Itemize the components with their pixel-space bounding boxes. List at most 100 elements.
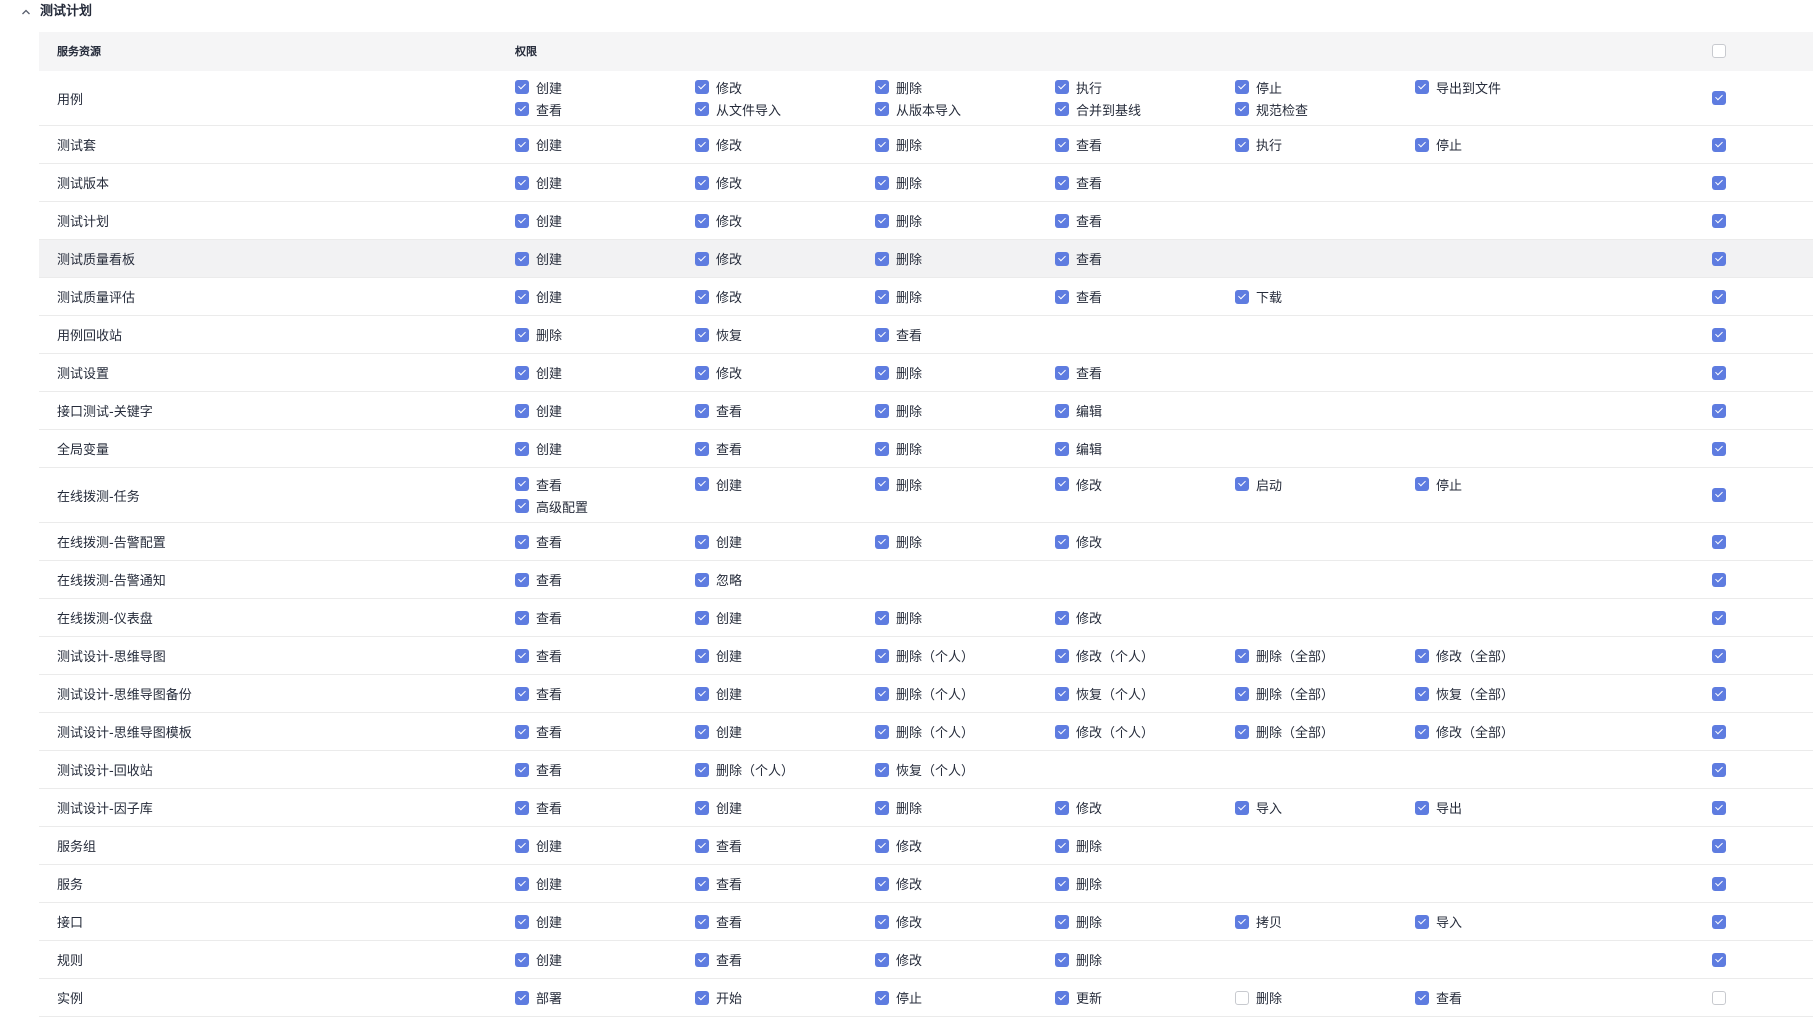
checkbox-checked-icon[interactable] (695, 724, 709, 739)
checkbox-checked-icon[interactable] (695, 403, 709, 418)
checkbox-checked-icon[interactable] (875, 137, 889, 152)
checkbox-checked-icon[interactable] (515, 800, 529, 815)
permission-checkbox[interactable]: 恢复（个人） (875, 762, 974, 779)
checkbox-checked-icon[interactable] (1055, 610, 1069, 625)
permission-checkbox[interactable]: 查看 (515, 101, 562, 119)
checkbox-checked-icon[interactable] (515, 175, 529, 190)
permission-checkbox[interactable]: 修改 (875, 914, 922, 931)
permission-checkbox[interactable]: 删除 (875, 441, 922, 458)
permission-checkbox[interactable]: 查看 (1055, 137, 1102, 154)
permission-checkbox[interactable]: 创建 (515, 365, 562, 382)
permission-checkbox[interactable]: 删除 (875, 534, 922, 551)
permission-checkbox[interactable]: 查看 (515, 724, 562, 741)
row-select-all-checkbox[interactable] (1712, 686, 1726, 701)
checkbox-checked-icon[interactable] (515, 952, 529, 967)
permission-checkbox[interactable]: 删除 (875, 175, 922, 192)
checkbox-checked-icon[interactable] (695, 914, 709, 929)
permission-checkbox[interactable]: 查看 (515, 476, 562, 494)
checkbox-checked-icon[interactable] (695, 800, 709, 815)
row-select-all-checkbox[interactable] (1712, 800, 1726, 815)
checkbox-checked-icon[interactable] (875, 952, 889, 967)
checkbox-checked-icon[interactable] (515, 327, 529, 342)
permission-checkbox[interactable]: 开始 (695, 990, 742, 1007)
permission-checkbox[interactable]: 查看 (515, 762, 562, 779)
checkbox-checked-icon[interactable] (1235, 686, 1249, 701)
permission-checkbox[interactable]: 修改 (695, 213, 742, 230)
checkbox-unchecked-icon[interactable] (1235, 990, 1249, 1005)
permission-checkbox[interactable]: 创建 (695, 476, 742, 494)
permission-checkbox[interactable]: 创建 (515, 79, 562, 97)
permission-checkbox[interactable]: 高级配置 (515, 498, 588, 516)
permission-checkbox[interactable]: 忽略 (695, 572, 742, 589)
checkbox-checked-icon[interactable] (1415, 724, 1429, 739)
checkbox-checked-icon[interactable] (515, 365, 529, 380)
checkbox-checked-icon[interactable] (1235, 800, 1249, 815)
permission-checkbox[interactable]: 停止 (1415, 137, 1462, 154)
permission-checkbox[interactable]: 修改 (695, 175, 742, 192)
permission-checkbox[interactable]: 修改 (695, 137, 742, 154)
checkbox-checked-icon[interactable] (1235, 914, 1249, 929)
permission-checkbox[interactable]: 停止 (875, 990, 922, 1007)
row-select-all-checkbox[interactable] (1712, 403, 1726, 418)
permission-checkbox[interactable]: 修改 (1055, 610, 1102, 627)
permission-checkbox[interactable]: 删除（个人） (875, 724, 974, 741)
checkbox-checked-icon[interactable] (1055, 137, 1069, 152)
checkbox-checked-icon[interactable] (875, 327, 889, 342)
checkbox-checked-icon[interactable] (875, 80, 889, 94)
checkbox-checked-icon[interactable] (1415, 914, 1429, 929)
permission-checkbox[interactable]: 创建 (695, 534, 742, 551)
row-select-all-checkbox[interactable] (1712, 213, 1726, 228)
permission-checkbox[interactable]: 查看 (875, 327, 922, 344)
checkbox-checked-icon[interactable] (515, 762, 529, 777)
checkbox-checked-icon[interactable] (1055, 876, 1069, 891)
permission-checkbox[interactable]: 删除 (875, 213, 922, 230)
checkbox-checked-icon[interactable] (875, 800, 889, 815)
permission-checkbox[interactable]: 创建 (515, 175, 562, 192)
permission-checkbox[interactable]: 删除 (875, 476, 922, 494)
checkbox-checked-icon[interactable] (1055, 952, 1069, 967)
checkbox-checked-icon[interactable] (1055, 990, 1069, 1005)
checkbox-checked-icon[interactable] (1055, 914, 1069, 929)
permission-checkbox[interactable]: 创建 (695, 648, 742, 665)
permission-checkbox[interactable]: 查看 (515, 686, 562, 703)
checkbox-checked-icon[interactable] (1055, 175, 1069, 190)
checkbox-checked-icon[interactable] (1055, 648, 1069, 663)
checkbox-checked-icon[interactable] (1235, 289, 1249, 304)
permission-checkbox[interactable]: 停止 (1235, 79, 1282, 97)
row-select-all-checkbox[interactable] (1712, 990, 1726, 1005)
checkbox-checked-icon[interactable] (875, 403, 889, 418)
row-select-all-checkbox[interactable] (1712, 137, 1726, 152)
permission-checkbox[interactable]: 启动 (1235, 476, 1282, 494)
row-select-all-checkbox[interactable] (1712, 289, 1726, 304)
permission-checkbox[interactable]: 创建 (695, 686, 742, 703)
checkbox-checked-icon[interactable] (875, 686, 889, 701)
checkbox-checked-icon[interactable] (515, 838, 529, 853)
checkbox-checked-icon[interactable] (1055, 251, 1069, 266)
permission-checkbox[interactable]: 下载 (1235, 289, 1282, 306)
permission-checkbox[interactable]: 拷贝 (1235, 914, 1282, 931)
permission-checkbox[interactable]: 恢复 (695, 327, 742, 344)
permission-checkbox[interactable]: 查看 (695, 838, 742, 855)
checkbox-checked-icon[interactable] (1055, 724, 1069, 739)
permission-checkbox[interactable]: 删除 (1055, 914, 1102, 931)
checkbox-checked-icon[interactable] (515, 102, 529, 116)
permission-checkbox[interactable]: 查看 (515, 648, 562, 665)
checkbox-checked-icon[interactable] (695, 289, 709, 304)
permission-checkbox[interactable]: 修改 (695, 79, 742, 97)
permission-checkbox[interactable]: 查看 (515, 800, 562, 817)
row-select-all-checkbox[interactable] (1712, 91, 1726, 105)
checkbox-checked-icon[interactable] (515, 572, 529, 587)
checkbox-checked-icon[interactable] (1235, 724, 1249, 739)
permission-checkbox[interactable]: 查看 (1055, 213, 1102, 230)
checkbox-checked-icon[interactable] (1055, 403, 1069, 418)
checkbox-checked-icon[interactable] (695, 686, 709, 701)
select-all-checkbox[interactable] (1712, 44, 1726, 58)
row-select-all-checkbox[interactable] (1712, 876, 1726, 891)
permission-checkbox[interactable]: 修改（个人） (1055, 724, 1154, 741)
checkbox-checked-icon[interactable] (695, 137, 709, 152)
row-select-all-checkbox[interactable] (1712, 648, 1726, 663)
permission-checkbox[interactable]: 从版本导入 (875, 101, 961, 119)
permission-checkbox[interactable]: 创建 (515, 289, 562, 306)
permission-checkbox[interactable]: 查看 (515, 610, 562, 627)
checkbox-checked-icon[interactable] (515, 534, 529, 549)
